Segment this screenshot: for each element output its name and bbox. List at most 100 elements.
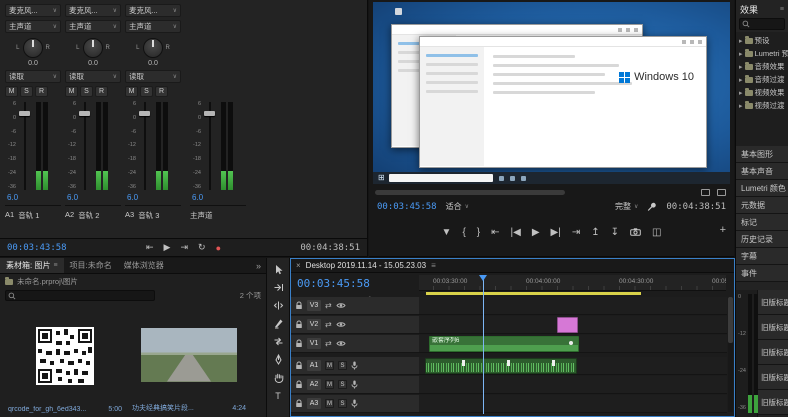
sync-lock-icon[interactable]: ⇄ (325, 321, 332, 329)
hand-tool-button[interactable] (271, 371, 286, 384)
chevron-right-icon[interactable]: ▸ (739, 50, 743, 58)
go-to-out-button[interactable]: ⇥ (180, 242, 188, 253)
output-select[interactable]: 主声道∨ (5, 20, 61, 33)
monitor-option-icon[interactable] (701, 189, 710, 196)
fader-db-value[interactable]: 6.0 (67, 193, 121, 203)
project-search-input[interactable] (18, 292, 152, 299)
mute-button[interactable]: M (65, 86, 78, 97)
fader-db-value[interactable]: 6.0 (192, 193, 246, 203)
project-search[interactable] (5, 290, 155, 301)
extract-button[interactable]: ↧ (611, 227, 619, 238)
panel-tab-legacy-title[interactable]: 旧版标题 (758, 315, 788, 340)
mark-out-button[interactable]: } (477, 227, 480, 238)
pan-knob[interactable] (143, 38, 163, 58)
timeline-timecode[interactable]: 00:03:45:58 (297, 277, 370, 290)
master-volume-fader[interactable] (203, 102, 216, 190)
audio-clip[interactable] (425, 358, 577, 374)
track-lane-v2[interactable] (419, 316, 727, 334)
monitor-option-icon[interactable] (717, 189, 726, 196)
record-arm-button[interactable]: R (155, 86, 168, 97)
track-name[interactable]: 音轨 1 (18, 210, 39, 221)
record-arm-button[interactable]: R (95, 86, 108, 97)
work-area-bar[interactable] (426, 292, 641, 295)
sync-lock-icon[interactable]: ⇄ (325, 340, 332, 348)
fader-handle[interactable] (139, 111, 150, 116)
mute-button[interactable]: M (325, 380, 334, 389)
lock-icon[interactable] (295, 320, 303, 329)
lock-icon[interactable] (295, 399, 303, 408)
panel-tab[interactable]: 元数据 (736, 197, 788, 214)
output-select[interactable]: 主声道∨ (125, 20, 181, 33)
mic-icon[interactable] (351, 380, 358, 389)
panel-tab[interactable]: 字幕 (736, 248, 788, 265)
video-thumbnail[interactable] (141, 328, 237, 382)
eye-icon[interactable] (336, 340, 346, 347)
fader-handle[interactable] (19, 111, 30, 116)
solo-button[interactable]: S (140, 86, 153, 97)
playback-resolution-select[interactable]: 完整∨ (615, 201, 638, 212)
track-target-badge[interactable]: V3 (307, 300, 321, 311)
track-select-forward-tool-button[interactable] (271, 281, 286, 294)
panel-tab[interactable]: 历史记录 (736, 231, 788, 248)
chevron-right-icon[interactable]: ▸ (739, 76, 743, 84)
video-clip-pink[interactable] (557, 317, 578, 333)
go-to-in-button[interactable]: ⇤ (146, 242, 154, 253)
panel-tab[interactable]: 标记 (736, 214, 788, 231)
panel-tab[interactable]: Lumetri 颜色 (736, 180, 788, 197)
type-tool-button[interactable]: T (271, 389, 286, 402)
tab-media-browser[interactable]: 媒体浏览器 (118, 258, 170, 273)
panel-menu-icon[interactable]: ≡ (780, 6, 784, 13)
mute-button[interactable]: M (125, 86, 138, 97)
fader-db-value[interactable]: 6.0 (127, 193, 181, 203)
item-name[interactable]: 功夫经典搞笑片段... (132, 403, 194, 413)
effects-folder[interactable]: ▸预设 (736, 34, 788, 47)
add-marker-button[interactable]: ▼ (442, 227, 452, 238)
pan-value[interactable]: 0.0 (125, 60, 181, 70)
breadcrumb[interactable]: 未命名.prproj\图片 (17, 276, 78, 287)
mute-button[interactable]: M (325, 399, 334, 408)
step-back-button[interactable]: |◀ (511, 227, 521, 238)
track-lane-a3[interactable] (419, 395, 727, 413)
program-timecode[interactable]: 00:03:45:58 (377, 202, 437, 212)
razor-tool-button[interactable] (271, 317, 286, 330)
slip-tool-button[interactable] (271, 335, 286, 348)
fader-handle[interactable] (79, 111, 90, 116)
lock-icon[interactable] (295, 301, 303, 310)
effects-folder[interactable]: ▸视频过渡 (736, 99, 788, 112)
go-to-out-button[interactable]: ⇥ (572, 227, 580, 238)
mute-button[interactable]: M (325, 361, 334, 370)
zoom-level-select[interactable]: 适合∨ (446, 201, 469, 212)
effects-folder[interactable]: ▸Lumetri 预设 (736, 47, 788, 60)
mic-icon[interactable] (351, 361, 358, 370)
output-select[interactable]: 主声道∨ (65, 20, 121, 33)
volume-fader[interactable] (78, 102, 91, 190)
panel-tab-legacy-title[interactable]: 旧版标题 (758, 365, 788, 390)
record-button[interactable]: ● (216, 243, 221, 253)
effects-folder[interactable]: ▸音频过渡 (736, 73, 788, 86)
play-button[interactable]: ▶ (532, 227, 540, 238)
mute-button[interactable]: M (5, 86, 18, 97)
pen-tool-button[interactable] (271, 353, 286, 366)
step-forward-button[interactable]: ▶| (551, 227, 561, 238)
track-target-badge[interactable]: V1 (307, 338, 321, 349)
solo-button[interactable]: S (80, 86, 93, 97)
vertical-scrollbar[interactable] (728, 297, 733, 412)
nested-sequence-clip[interactable]: 嵌套序列6 (429, 336, 579, 352)
track-name[interactable]: 音轨 2 (78, 210, 99, 221)
track-target-badge[interactable]: A3 (307, 398, 321, 409)
mark-in-button[interactable]: { (462, 227, 465, 238)
export-frame-button[interactable] (630, 228, 641, 236)
selection-tool-button[interactable] (271, 263, 286, 276)
volume-fader[interactable] (18, 102, 31, 190)
solo-button[interactable]: S (338, 399, 347, 408)
chevron-right-icon[interactable]: ▸ (739, 63, 743, 71)
lock-icon[interactable] (295, 339, 303, 348)
item-name[interactable]: qrcode_for_gh_6ed343... (8, 406, 86, 413)
playhead[interactable] (483, 275, 484, 414)
effects-search-input[interactable] (752, 21, 782, 28)
solo-button[interactable]: S (20, 86, 33, 97)
loop-button[interactable]: ↻ (198, 242, 206, 253)
mixer-timecode[interactable]: 00:03:43:58 (7, 243, 67, 253)
automation-mode-select[interactable]: 读取∨ (65, 70, 121, 83)
sequence-tab[interactable]: Desktop 2019.11.14 - 15.05.23.03 (306, 261, 426, 270)
